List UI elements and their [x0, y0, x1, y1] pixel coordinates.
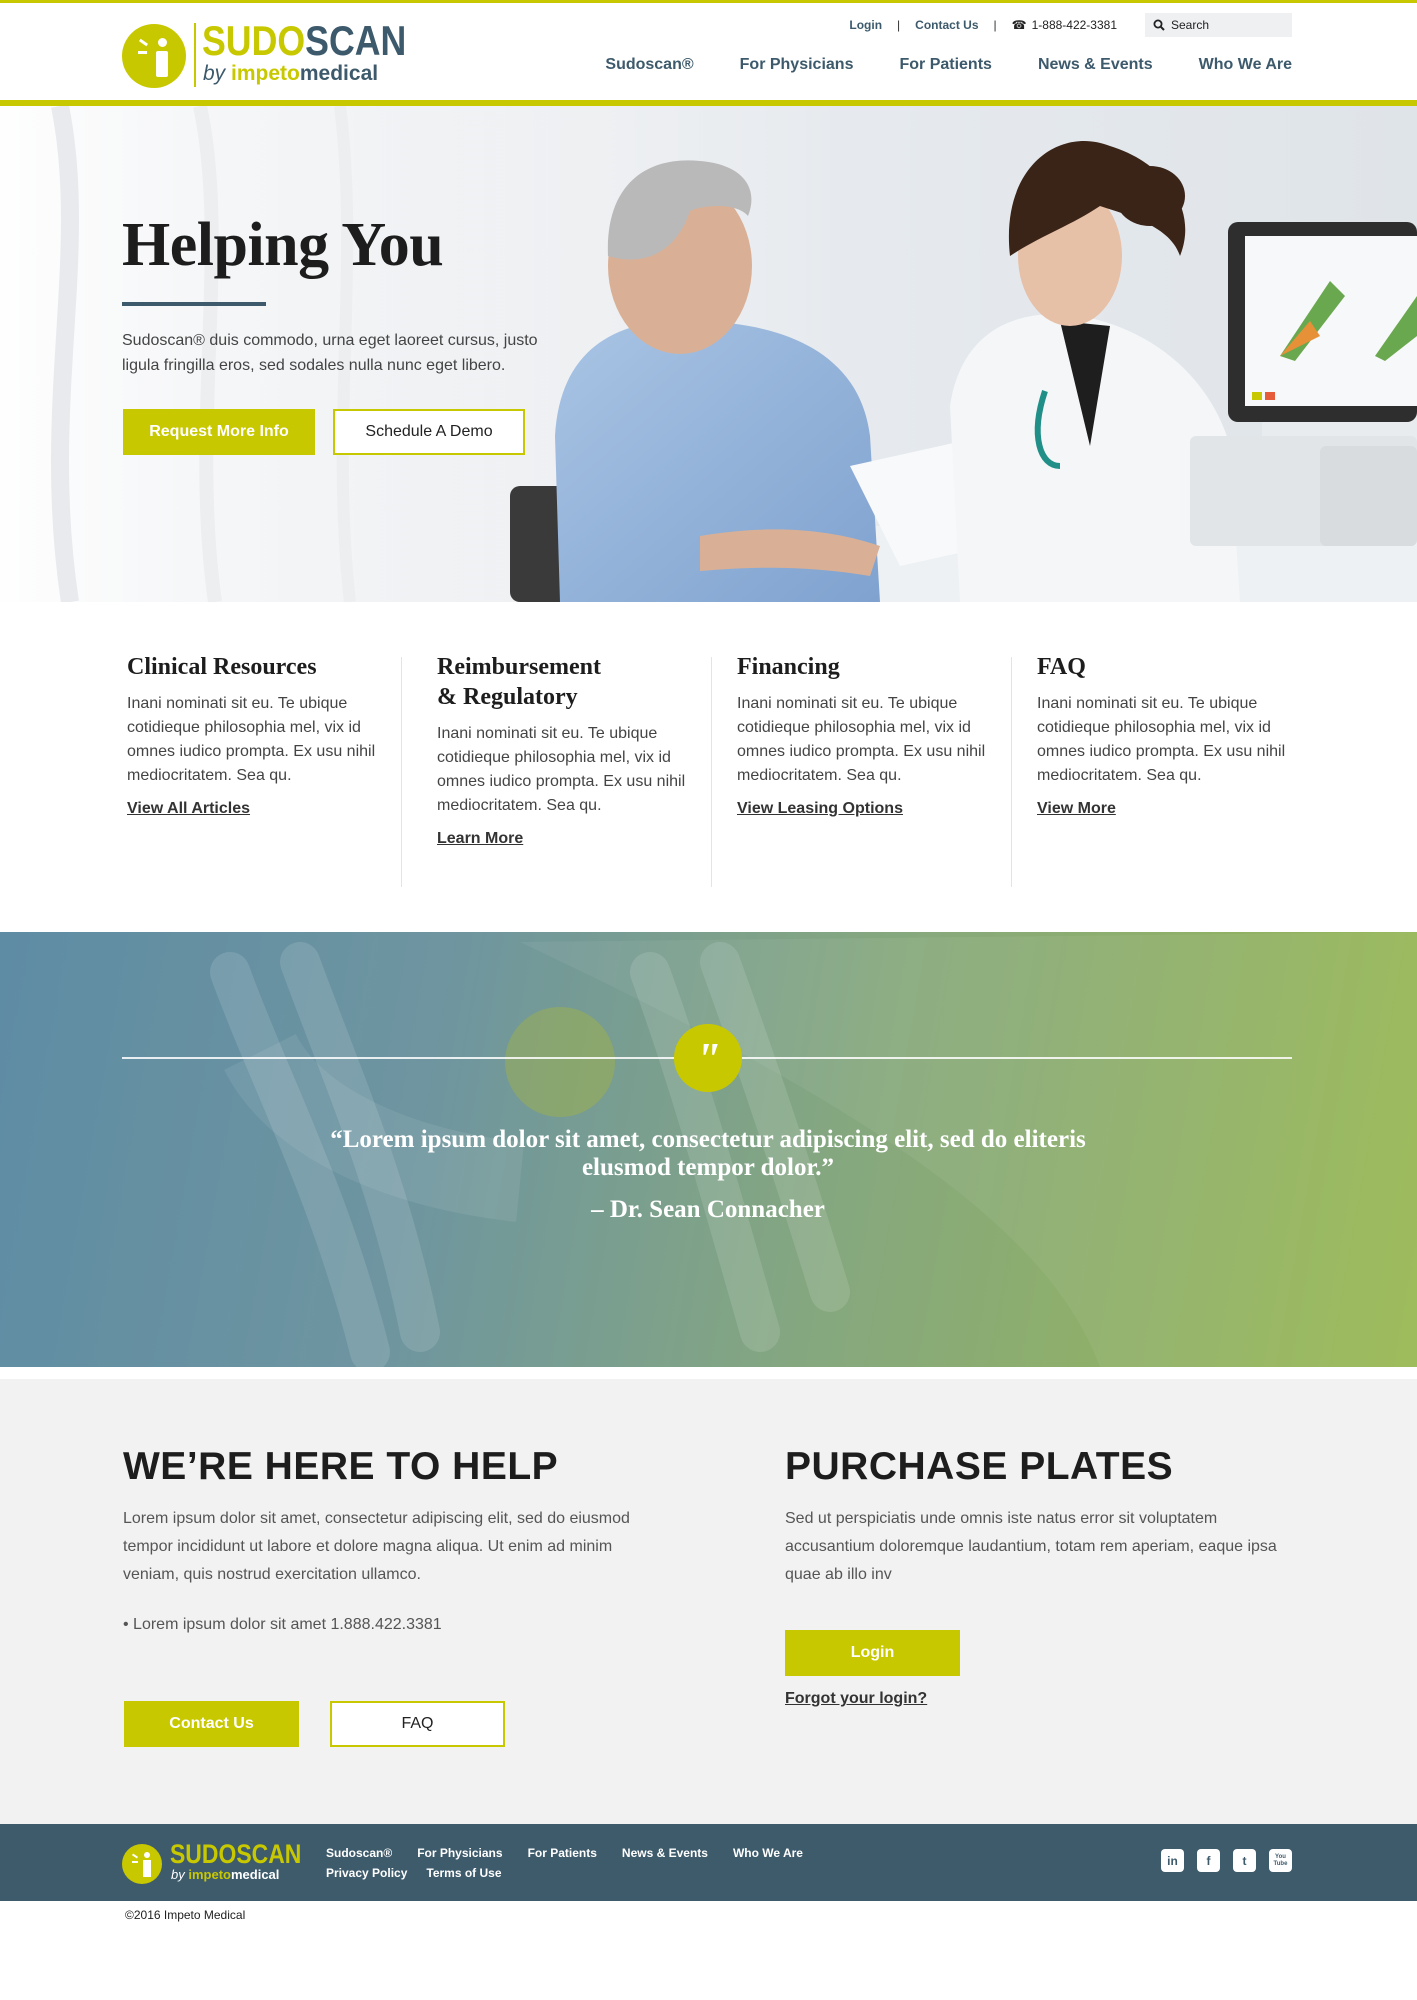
contact-us-link[interactable]: Contact Us: [915, 18, 978, 32]
footer-logo-wordmark: SUDOSCAN: [170, 1839, 302, 1869]
footer-link-news-events[interactable]: News & Events: [622, 1843, 708, 1863]
footer-link-for-patients[interactable]: For Patients: [528, 1843, 597, 1863]
help-contact-line: • Lorem ipsum dolor sit amet 1.888.422.3…: [123, 1616, 442, 1633]
schedule-demo-button[interactable]: Schedule A Demo: [333, 409, 525, 455]
card-text: Inani nominati sit eu. Te ubique cotidie…: [127, 695, 376, 784]
view-leasing-options-link[interactable]: View Leasing Options: [737, 800, 903, 818]
login-link[interactable]: Login: [849, 18, 882, 32]
footer-link-who-we-are[interactable]: Who We Are: [733, 1843, 803, 1863]
view-more-link[interactable]: View More: [1037, 800, 1116, 818]
footer-link-terms-of-use[interactable]: Terms of Use: [426, 1863, 501, 1883]
footer-logo[interactable]: SUDOSCAN by impetomedical: [122, 1839, 302, 1886]
card-faq: FAQ Inani nominati sit eu. Te ubique cot…: [1037, 652, 1293, 818]
card-financing: Financing Inani nominati sit eu. Te ubiq…: [737, 652, 993, 818]
footer-logo-subtitle: by impetomedical: [171, 1867, 280, 1882]
utility-separator: |: [993, 18, 997, 32]
footer-link-sudoscan[interactable]: Sudoscan®: [326, 1843, 392, 1863]
nav-item-for-physicians[interactable]: For Physicians: [740, 56, 854, 74]
logo-divider: [194, 23, 196, 87]
testimonial-section: " “Lorem ipsum dolor sit amet, consectet…: [0, 932, 1417, 1367]
card-clinical-resources: Clinical Resources Inani nominati sit eu…: [127, 652, 377, 818]
card-title: FAQ: [1037, 654, 1086, 680]
testimonial-quote: “Lorem ipsum dolor sit amet, consectetur…: [330, 1126, 1086, 1181]
hero-description: Sudoscan® duis commodo, urna eget laoree…: [122, 332, 538, 374]
utility-separator: |: [897, 18, 901, 32]
sudoscan-logo[interactable]: SUDOSCAN by impetomedical: [122, 19, 406, 91]
card-divider: [711, 657, 712, 887]
footer-links: Sudoscan® For Physicians For Patients Ne…: [326, 1843, 803, 1883]
hero-section: Helping You Sudoscan® duis commodo, urna…: [0, 106, 1417, 602]
purchase-text: Sed ut perspiciatis unde omnis iste natu…: [785, 1510, 1277, 1583]
twitter-icon[interactable]: t: [1233, 1849, 1256, 1872]
logo-wordmark: SUDOSCAN: [202, 17, 407, 64]
footer-logo-mark-icon: [122, 1844, 162, 1884]
purchase-title: PURCHASE PLATES: [785, 1445, 1174, 1488]
card-title: Financing: [737, 654, 840, 680]
site-header: SUDOSCAN by impetomedical Login | Contac…: [0, 3, 1417, 100]
help-text: Lorem ipsum dolor sit amet, consectetur …: [123, 1510, 630, 1583]
hero-title-underline: [122, 302, 266, 306]
search-icon: [1153, 19, 1165, 31]
logo-mark-icon: [122, 24, 186, 88]
learn-more-link[interactable]: Learn More: [437, 830, 523, 848]
card-divider: [1011, 657, 1012, 887]
request-more-info-button[interactable]: Request More Info: [123, 409, 315, 455]
card-text: Inani nominati sit eu. Te ubique cotidie…: [437, 725, 686, 814]
help-title: WE’RE HERE TO HELP: [123, 1445, 559, 1488]
footer-link-for-physicians[interactable]: For Physicians: [417, 1843, 502, 1863]
card-divider: [401, 657, 402, 887]
card-reimbursement: Reimbursement & Regulatory Inani nominati…: [437, 652, 693, 848]
linkedin-icon[interactable]: in: [1161, 1849, 1184, 1872]
search-placeholder: Search: [1171, 18, 1210, 32]
card-text: Inani nominati sit eu. Te ubique cotidie…: [737, 695, 986, 784]
nav-item-news-events[interactable]: News & Events: [1038, 56, 1153, 74]
quote-icon: ": [674, 1024, 742, 1092]
copyright: ©2016 Impeto Medical: [125, 1908, 246, 1922]
nav-item-sudoscan[interactable]: Sudoscan®: [605, 56, 693, 74]
social-links: in f t You Tube: [1161, 1849, 1292, 1872]
search-input[interactable]: Search: [1145, 13, 1292, 37]
nav-item-who-we-are[interactable]: Who We Are: [1199, 56, 1292, 74]
phone-number[interactable]: ☎ 1-888-422-3381: [1012, 18, 1117, 32]
phone-text: 1-888-422-3381: [1031, 18, 1117, 32]
utility-nav: Login | Contact Us | ☎ 1-888-422-3381 Se…: [849, 13, 1292, 37]
facebook-icon[interactable]: f: [1197, 1849, 1220, 1872]
faq-button[interactable]: FAQ: [330, 1701, 505, 1747]
resource-cards: Clinical Resources Inani nominati sit eu…: [0, 602, 1417, 932]
testimonial-author: – Dr. Sean Connacher: [591, 1196, 825, 1223]
view-all-articles-link[interactable]: View All Articles: [127, 800, 250, 818]
forgot-login-link[interactable]: Forgot your login?: [785, 1690, 927, 1708]
hero-title: Helping You: [122, 211, 444, 279]
plates-login-button[interactable]: Login: [785, 1630, 960, 1676]
section-spacer: [0, 1367, 1417, 1379]
logo-subtitle: by impetomedical: [203, 62, 379, 85]
card-title: Reimbursement & Regulatory: [437, 654, 601, 710]
help-section: WE’RE HERE TO HELP Lorem ipsum dolor sit…: [0, 1379, 1417, 1824]
phone-icon: ☎: [1011, 18, 1027, 32]
site-footer: SUDOSCAN by impetomedical Sudoscan® For …: [0, 1824, 1417, 1901]
card-text: Inani nominati sit eu. Te ubique cotidie…: [1037, 695, 1286, 784]
card-title: Clinical Resources: [127, 654, 317, 680]
nav-item-for-patients[interactable]: For Patients: [899, 56, 991, 74]
youtube-icon[interactable]: You Tube: [1269, 1849, 1292, 1872]
footer-link-privacy-policy[interactable]: Privacy Policy: [326, 1863, 407, 1883]
contact-us-button[interactable]: Contact Us: [124, 1701, 299, 1747]
main-nav: Sudoscan® For Physicians For Patients Ne…: [605, 56, 1292, 74]
